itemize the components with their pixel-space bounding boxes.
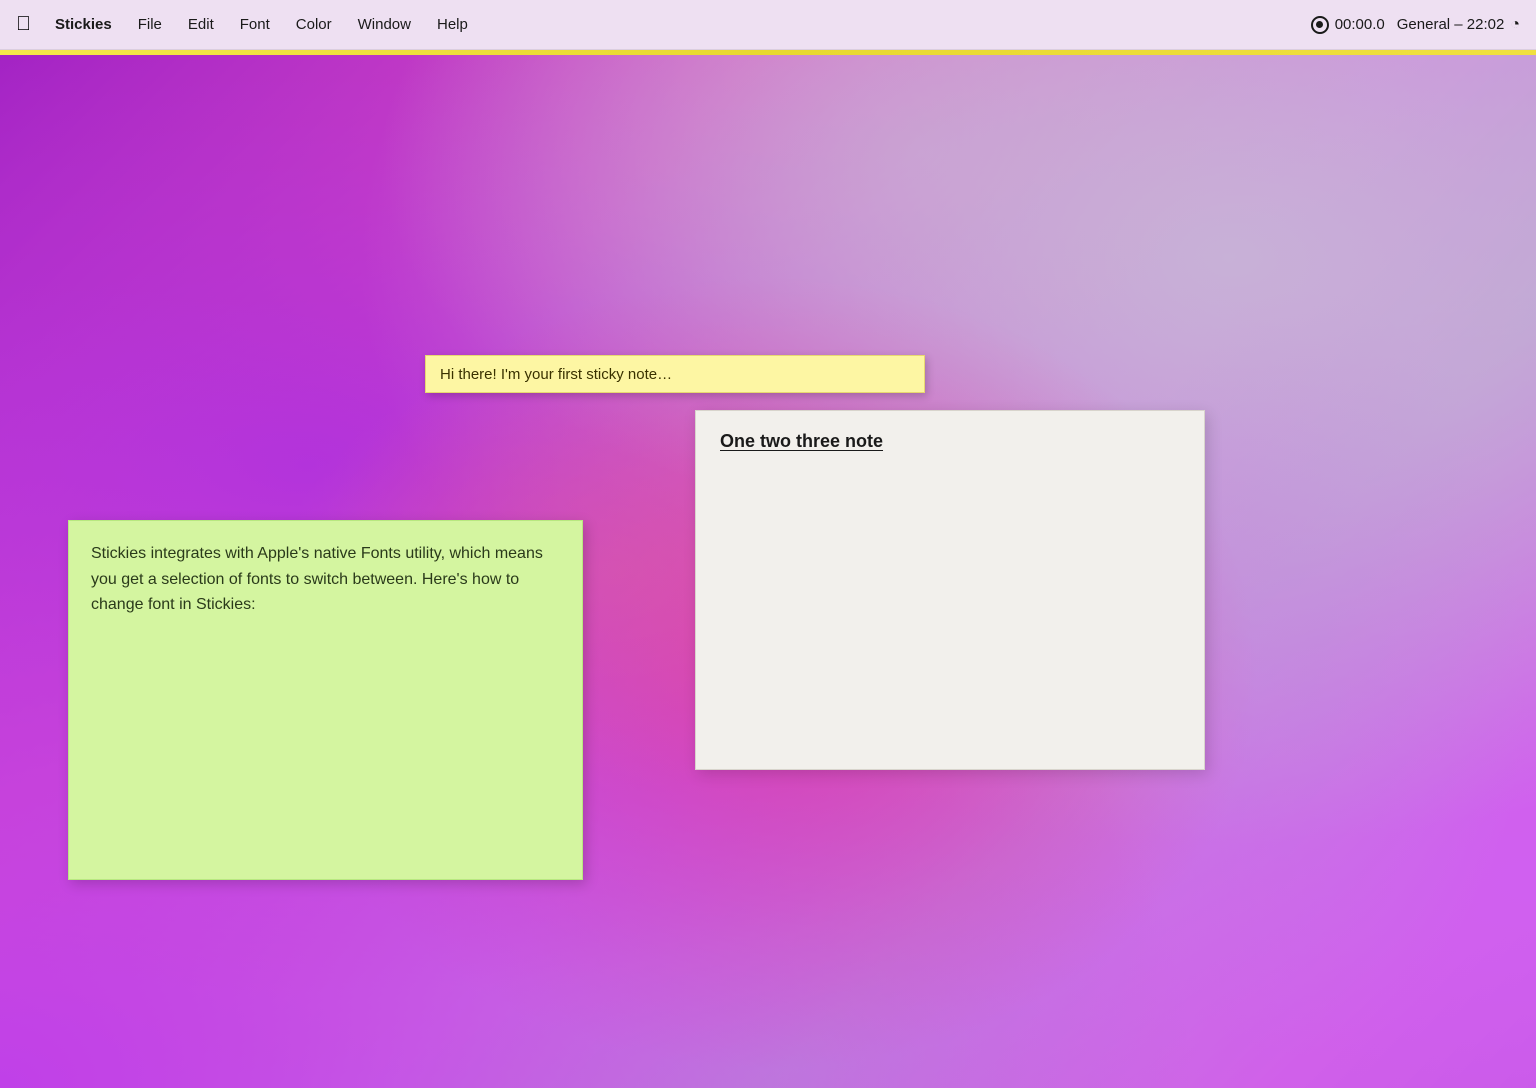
sticky-note-yellow[interactable]: Hi there! I'm your first sticky note… [425,355,925,393]
menubar-font[interactable]: Font [230,12,280,37]
menubar-general-clock: General – 22:02 ◔ [1397,16,1520,34]
general-clock-label: General – 22:02 [1397,16,1505,33]
menubar-app-name[interactable]: Stickies [45,12,122,37]
sticky-note-white[interactable]: One two three note [695,410,1205,770]
menubar:  Stickies File Edit Font Color Window H… [0,0,1536,50]
sticky-white-title: One two three note [720,431,1180,452]
sticky-green-text: Stickies integrates with Apple's native … [91,541,560,618]
apple-menu-icon[interactable]:  [16,13,31,36]
sticky-note-green[interactable]: Stickies integrates with Apple's native … [68,520,583,880]
record-dot [1316,21,1323,28]
accent-line [0,50,1536,55]
menubar-left:  Stickies File Edit Font Color Window H… [16,12,1311,37]
menubar-edit[interactable]: Edit [178,12,224,37]
record-icon [1311,16,1329,34]
timer-value: 00:00.0 [1335,16,1385,33]
menubar-window[interactable]: Window [348,12,421,37]
menubar-timer: 00:00.0 [1311,16,1385,34]
sticky-yellow-text: Hi there! I'm your first sticky note… [440,366,672,383]
menubar-color[interactable]: Color [286,12,342,37]
clock-icon: ◔ [1510,16,1520,34]
menubar-right: 00:00.0 General – 22:02 ◔ [1311,16,1520,34]
menubar-help[interactable]: Help [427,12,478,37]
menubar-file[interactable]: File [128,12,172,37]
